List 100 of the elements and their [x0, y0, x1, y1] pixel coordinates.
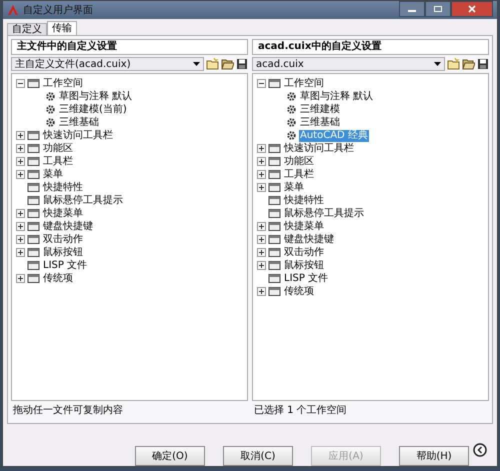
window-icon	[268, 143, 281, 154]
expand-icon[interactable]	[16, 235, 25, 244]
window-icon	[27, 273, 40, 284]
tree-item[interactable]: 三维基础	[58, 116, 100, 128]
expand-icon[interactable]	[257, 157, 266, 166]
tree-item[interactable]: 双击动作	[283, 246, 325, 258]
dialog-button[interactable]: 取消(C)	[223, 446, 293, 466]
open-folder-icon[interactable]	[462, 58, 475, 70]
window-icon	[268, 247, 281, 258]
expand-icon[interactable]	[257, 261, 266, 270]
expand-icon[interactable]	[16, 144, 25, 153]
app-icon	[7, 4, 19, 16]
file-dropdown[interactable]: 主自定义文件(acad.cuix)	[11, 57, 204, 71]
window-icon	[268, 260, 281, 271]
window-icon	[27, 208, 40, 219]
tree-item[interactable]: 鼠标按钮	[283, 260, 325, 272]
window-icon	[27, 260, 40, 271]
window-icon	[268, 195, 281, 206]
window-icon	[27, 130, 40, 141]
maximize-icon	[433, 5, 443, 13]
collapse-panel-icon[interactable]	[473, 443, 487, 457]
window-icon	[27, 156, 40, 167]
tree-item[interactable]: 功能区	[283, 156, 315, 168]
tree-item[interactable]: 草图与注释 默认	[58, 90, 134, 102]
tree-item[interactable]: 草图与注释 默认	[299, 90, 374, 102]
expand-icon[interactable]	[16, 157, 25, 166]
gear-icon	[286, 117, 297, 128]
tree-item[interactable]: 快捷菜单	[42, 208, 84, 220]
file-dropdown[interactable]: acad.cuix	[252, 57, 445, 71]
tree-item[interactable]: 工具栏	[42, 156, 74, 168]
window-title: 自定义用户界面	[23, 4, 94, 17]
window-icon	[268, 234, 281, 245]
dialog-button[interactable]: 帮助(H)	[399, 446, 469, 466]
panel-header: acad.cuix中的自定义设置	[252, 39, 489, 55]
tree-item[interactable]: 键盘快捷键	[42, 220, 94, 232]
expand-icon[interactable]	[257, 235, 266, 244]
expand-icon[interactable]	[16, 248, 25, 257]
tree-item[interactable]: LISP 文件	[283, 272, 330, 284]
tree-item[interactable]: 功能区	[42, 142, 74, 154]
gear-icon	[286, 104, 297, 115]
expand-icon[interactable]	[257, 248, 266, 257]
window-icon	[268, 286, 281, 297]
collapse-icon[interactable]	[16, 79, 25, 88]
window-icon	[27, 182, 40, 193]
window-icon	[268, 208, 281, 219]
close-button[interactable]	[451, 1, 493, 17]
new-file-icon[interactable]	[206, 58, 219, 70]
tree-item[interactable]: 工具栏	[283, 168, 315, 180]
tree-item[interactable]: 快速访问工具栏	[283, 142, 355, 154]
tree-item[interactable]: 快捷特性	[283, 194, 325, 206]
expand-icon[interactable]	[16, 209, 25, 218]
expand-icon[interactable]	[16, 222, 25, 231]
tree-item[interactable]: 鼠标悬停工具提示	[283, 208, 365, 220]
window-icon	[27, 143, 40, 154]
tree-item[interactable]: 工作空间	[283, 78, 325, 90]
save-icon[interactable]	[477, 58, 489, 70]
expand-icon[interactable]	[257, 287, 266, 296]
status-text: 已选择 1 个工作空间	[253, 404, 348, 418]
tree-item[interactable]: 菜单	[42, 168, 64, 180]
tree-item[interactable]: 键盘快捷键	[283, 234, 335, 246]
tree-item[interactable]: 快速访问工具栏	[42, 130, 114, 142]
collapse-icon[interactable]	[257, 79, 266, 88]
new-file-icon[interactable]	[447, 58, 460, 70]
save-icon[interactable]	[236, 58, 248, 70]
expand-icon[interactable]	[257, 183, 266, 192]
expand-icon[interactable]	[257, 170, 266, 179]
tree-item[interactable]: 快捷菜单	[283, 220, 325, 232]
tab[interactable]: 自定义	[7, 23, 47, 35]
tree-item[interactable]: 传统项	[42, 272, 74, 284]
window-icon	[268, 221, 281, 232]
gear-icon	[45, 91, 56, 102]
caret-icon	[193, 62, 200, 66]
tree-item[interactable]: 鼠标按钮	[42, 246, 84, 258]
tree-item[interactable]: 工作空间	[42, 78, 84, 90]
tree-item[interactable]: 三维基础	[299, 116, 341, 128]
window-icon	[27, 195, 40, 206]
tree-item[interactable]: 三维建模(当前)	[58, 104, 128, 116]
tab[interactable]: 传输	[47, 21, 77, 35]
window-icon	[268, 78, 281, 89]
tree-item[interactable]: 传统项	[283, 286, 315, 298]
window-icon	[27, 169, 40, 180]
tree-item[interactable]: LISP 文件	[42, 260, 88, 272]
tree-item[interactable]: 双击动作	[42, 234, 84, 246]
tree-item[interactable]: 三维建模	[299, 104, 341, 116]
window-icon	[27, 247, 40, 258]
tree-item[interactable]: 快捷特性	[42, 182, 84, 194]
panel-header: 主文件中的自定义设置	[11, 39, 248, 55]
minimize-button[interactable]	[399, 1, 425, 17]
close-icon	[467, 5, 477, 13]
dialog-button[interactable]: 确定(O)	[135, 446, 205, 466]
open-folder-icon[interactable]	[221, 58, 234, 70]
expand-icon[interactable]	[16, 170, 25, 179]
tree-item[interactable]: 鼠标悬停工具提示	[42, 194, 124, 206]
gear-icon	[45, 104, 56, 115]
maximize-button[interactable]	[425, 1, 451, 17]
tree-item[interactable]: 菜单	[283, 182, 305, 194]
expand-icon[interactable]	[257, 222, 266, 231]
expand-icon[interactable]	[16, 131, 25, 140]
expand-icon[interactable]	[257, 144, 266, 153]
expand-icon[interactable]	[16, 274, 25, 283]
